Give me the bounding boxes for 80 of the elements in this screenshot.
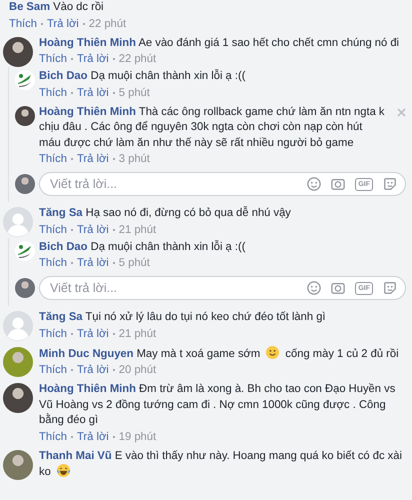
separator-dot (112, 262, 115, 264)
camera-icon[interactable] (331, 281, 346, 295)
comment-text: Be Sam Vào dc rồi (9, 0, 105, 15)
like-link[interactable]: Thích (39, 362, 67, 378)
timestamp: 20 phút (118, 363, 156, 378)
author-link[interactable]: Hoàng Thiên Minh (39, 383, 136, 395)
author-link[interactable]: Hoàng Thiên Minh (39, 36, 136, 48)
comment-text: Tăng Sa Tụi nó xử lý lâu do tụi nó keo chứ đéo tốt lành gì (39, 310, 327, 325)
separator-dot (82, 22, 85, 24)
avatar[interactable] (15, 174, 35, 194)
avatar[interactable] (15, 240, 35, 260)
author-link[interactable]: Tăng Sa (39, 207, 83, 219)
timestamp: 22 phút (118, 52, 156, 67)
like-link[interactable]: Thích (39, 222, 67, 238)
reply-link[interactable]: Trả lời (76, 222, 109, 238)
timestamp: 21 phút (118, 326, 156, 342)
timestamp: 3 phút (118, 152, 150, 167)
timestamp: 5 phút (118, 256, 150, 271)
comment-text: Hoàng Thiên Minh Đm trừ âm là xong à. Bh cho tao con Đạo Huyền vs Vũ Hoàng vs 2 đồng tướng cam đi . Nợ cmn 1000k cũng được . Công bằng đéo gì (39, 382, 396, 428)
author-link[interactable]: Tăng Sa (39, 311, 83, 323)
separator-dot (70, 332, 73, 334)
author-link[interactable]: Be Sam (9, 1, 50, 13)
separator-dot (70, 58, 73, 60)
separator-dot (70, 262, 73, 264)
avatar[interactable] (3, 36, 33, 66)
timestamp: 19 phút (118, 430, 156, 444)
sticker-icon[interactable] (383, 281, 397, 295)
comment-text: Bich Dao Dạ muội chân thành xin lỗi ạ :(( (39, 69, 246, 84)
author-link[interactable]: Minh Duc Nguyen (39, 348, 134, 360)
separator-dot (112, 92, 115, 94)
camera-icon[interactable] (331, 177, 346, 191)
avatar[interactable] (15, 278, 35, 298)
like-link[interactable]: Thích (9, 16, 37, 32)
avatar[interactable] (15, 70, 35, 90)
avatar[interactable] (3, 450, 33, 480)
like-link[interactable]: Thích (39, 84, 67, 100)
comment-text: Minh Duc Nguyen May mà t xoá game sớm cống mày 1 củ 2 đủ rồi (39, 346, 400, 362)
author-link[interactable]: Hoàng Thiên Minh (39, 106, 136, 118)
separator-dot (70, 228, 73, 230)
like-link[interactable]: Thích (39, 326, 67, 342)
author-link[interactable]: Bich Dao (39, 240, 88, 252)
like-link[interactable]: Thích (39, 51, 67, 67)
separator-dot (112, 369, 115, 371)
avatar[interactable] (15, 106, 35, 126)
comment-text: Hoàng Thiên Minh Thà các ông rollback game chứ làm ăn ntn ngta k chịu đâu . Các ông để nguyên 30k ngta còn chơi còn nạp còn hút máu được chứ làm ăn như thế này sẽ rất nhiều người bỏ game (39, 104, 386, 150)
reply-link[interactable]: Trả lời (76, 362, 109, 378)
separator-dot (112, 228, 115, 230)
separator-dot (40, 22, 43, 24)
timestamp: 21 phút (118, 222, 156, 238)
reply-link[interactable]: Trả lời (76, 255, 109, 271)
author-link[interactable]: Thanh Mai Vũ (39, 450, 112, 462)
timestamp: 5 phút (118, 86, 150, 100)
avatar[interactable] (3, 383, 33, 413)
separator-dot (112, 332, 115, 334)
like-link[interactable]: Thích (39, 255, 67, 271)
separator-dot (70, 158, 73, 160)
separator-dot (70, 92, 73, 94)
timestamp: 22 phút (88, 16, 126, 32)
comment-text: Hoàng Thiên Minh Ae vào đánh giá 1 sao hết cho chết cmn chúng nó đi (39, 36, 400, 50)
reply-link[interactable]: Trả lời (76, 51, 109, 67)
separator-dot (70, 436, 73, 438)
like-link[interactable]: Thích (39, 151, 67, 167)
separator-dot (112, 158, 115, 160)
reply-link[interactable]: Trả lời (76, 151, 109, 167)
separator-dot (112, 436, 115, 438)
comment-text: Thanh Mai Vũ E vào thì thấy như này. Hoang mang quá ko biết có đc xài ko (39, 448, 403, 480)
reply-link[interactable]: Trả lời (76, 84, 109, 100)
author-link[interactable]: Bich Dao (39, 70, 88, 82)
like-link[interactable]: Thích (39, 428, 67, 444)
separator-dot (112, 58, 115, 60)
comment-text: Bich Dao Dạ muội chân thành xin lỗi ạ :(( (39, 240, 246, 254)
sticker-icon[interactable] (383, 177, 397, 191)
reply-link[interactable]: Trả lời (46, 16, 79, 32)
reply-link[interactable]: Trả lời (76, 326, 109, 342)
comment-text: Tăng Sa Hạ sao nó đi, đừng có bỏ qua dễ nhú vậy (39, 206, 292, 221)
reply-link[interactable]: Trả lời (76, 428, 109, 444)
emoji-icon[interactable] (307, 281, 322, 295)
emoji-icon[interactable] (307, 177, 322, 191)
close-icon[interactable] (397, 108, 406, 116)
separator-dot (70, 369, 73, 371)
